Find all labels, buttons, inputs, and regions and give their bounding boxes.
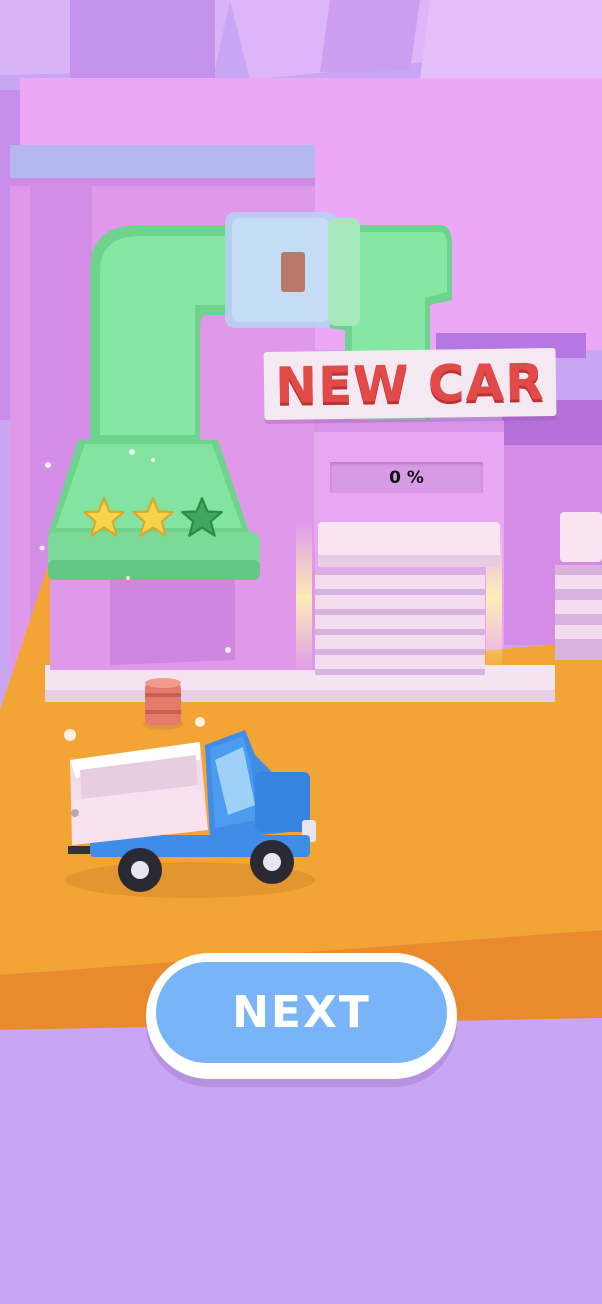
next-button-face: NEXT (156, 962, 447, 1063)
star-icon (132, 497, 174, 537)
game-scene (0, 0, 602, 1304)
next-button[interactable]: NEXT (146, 953, 457, 1079)
progress-label: 0 % (389, 467, 424, 488)
new-car-sign: NEW CAR (263, 347, 557, 421)
new-car-sign-label: NEW CAR (274, 353, 546, 415)
barrel (143, 678, 183, 730)
star-rating (82, 488, 224, 546)
star-icon (83, 497, 125, 537)
building-shadow (110, 575, 235, 665)
star-icon (181, 497, 223, 537)
next-button-label: NEXT (232, 987, 371, 1038)
new-car-progress-bar: 0 % (330, 462, 483, 493)
